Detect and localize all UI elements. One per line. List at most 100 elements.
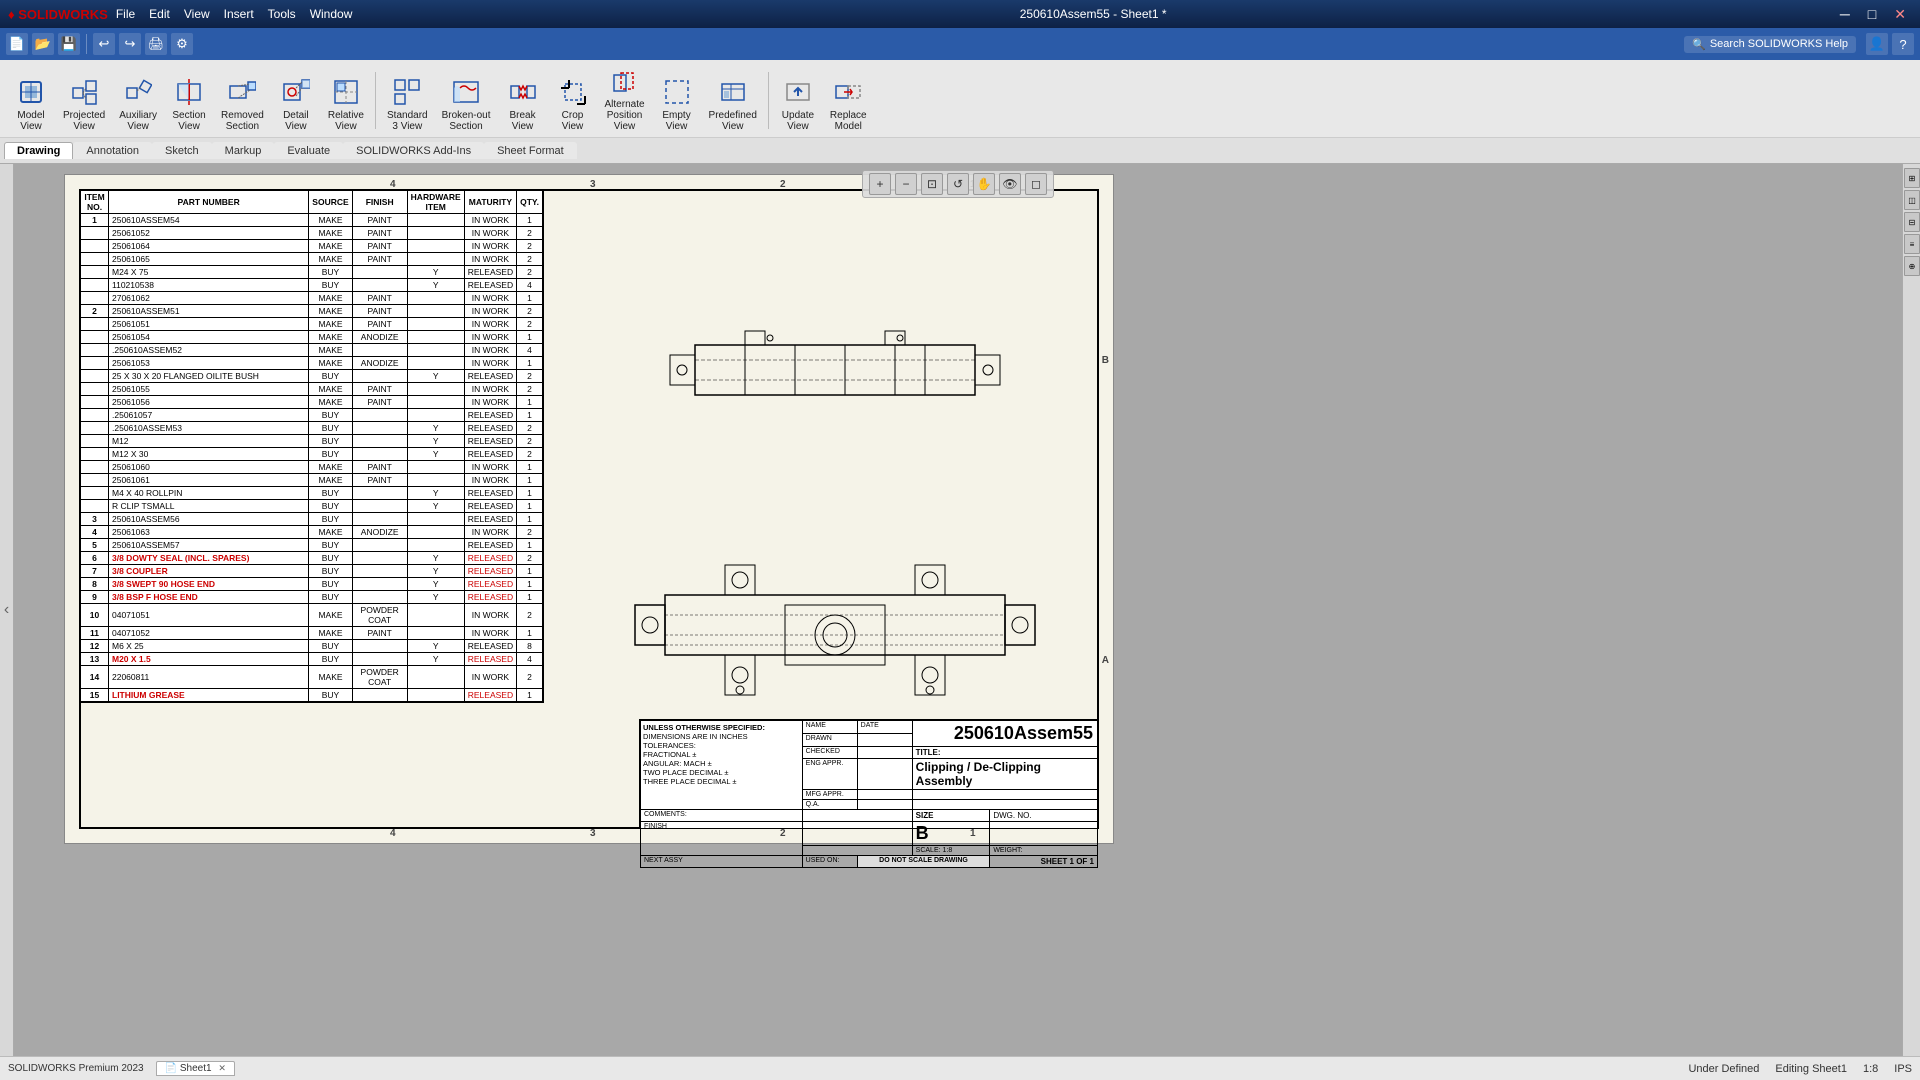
eng-appr-label: ENG APPR. xyxy=(802,759,857,790)
toolbar-icon-user[interactable]: 👤 xyxy=(1866,33,1888,55)
right-tool-4[interactable]: ≡ xyxy=(1904,234,1920,254)
bom-cell-0-4 xyxy=(407,214,464,227)
bom-row-3: 25061065MAKEPAINTIN WORK2 xyxy=(81,253,543,266)
bom-cell-19-3: PAINT xyxy=(352,461,407,474)
section-view-button[interactable]: Section View xyxy=(164,67,214,137)
tab-evaluate[interactable]: Evaluate xyxy=(274,142,343,159)
bom-cell-10-0 xyxy=(81,344,109,357)
zoom-fit-button[interactable]: ⊡ xyxy=(921,173,943,195)
bom-cell-12-0 xyxy=(81,370,109,383)
bom-row-10: .250610ASSEM52MAKEIN WORK4 xyxy=(81,344,543,357)
bom-cell-6-3: PAINT xyxy=(352,292,407,305)
sheet-tab-close[interactable]: ✕ xyxy=(218,1063,226,1073)
toolbar-icon-new[interactable]: 📄 xyxy=(6,33,28,55)
replace-model-label: Replace xyxy=(830,110,867,121)
zoom-out-button[interactable]: − xyxy=(895,173,917,195)
pan-button[interactable]: ✋ xyxy=(973,173,995,195)
right-tool-1[interactable]: ⊞ xyxy=(1904,168,1920,188)
empty-view-button[interactable]: Empty View xyxy=(652,67,702,137)
bom-cell-35-5: RELEASED xyxy=(464,689,516,702)
bom-cell-15-1: .25061057 xyxy=(109,409,309,422)
bom-row-28: 83/8 SWEPT 90 HOSE ENDBUYYRELEASED1 xyxy=(81,578,543,591)
rotate-view-button[interactable]: ↺ xyxy=(947,173,969,195)
menu-edit[interactable]: Edit xyxy=(149,7,170,21)
bom-cell-31-2: MAKE xyxy=(309,627,352,640)
right-tool-5[interactable]: ⊕ xyxy=(1904,256,1920,276)
update-view-button[interactable]: Update View xyxy=(773,67,823,137)
bom-cell-30-3: POWDER COAT xyxy=(352,604,407,627)
search-label: Search SOLIDWORKS Help xyxy=(1710,38,1848,50)
bom-cell-32-3 xyxy=(352,640,407,653)
model-view-button[interactable]: Model View xyxy=(6,67,56,137)
removed-section-button[interactable]: Removed Section xyxy=(214,67,271,137)
bom-cell-29-1: 3/8 BSP F HOSE END xyxy=(109,591,309,604)
bom-cell-35-0: 15 xyxy=(81,689,109,702)
view-mode-button[interactable]: 👁 xyxy=(999,173,1021,195)
toolbar-icon-save[interactable]: 💾 xyxy=(58,33,80,55)
menu-insert[interactable]: Insert xyxy=(224,7,254,21)
bom-cell-34-2: MAKE xyxy=(309,666,352,689)
replace-model-button[interactable]: Replace Model xyxy=(823,67,874,137)
crop-view-button[interactable]: Crop View xyxy=(548,67,598,137)
broken-out-section-button[interactable]: Broken-out Section xyxy=(435,67,498,137)
col-header-part: PART NUMBER xyxy=(109,191,309,214)
toolbar-icon-help[interactable]: ? xyxy=(1892,33,1914,55)
relative-view-button[interactable]: Relative View xyxy=(321,67,371,137)
bom-cell-31-3: PAINT xyxy=(352,627,407,640)
broken-out-section-label: Broken-out xyxy=(442,110,491,121)
predefined-view-button[interactable]: Predefined View xyxy=(702,67,764,137)
break-view-button[interactable]: Break View xyxy=(498,67,548,137)
removed-section-label: Removed xyxy=(221,110,264,121)
bom-cell-17-6: 2 xyxy=(517,435,543,448)
zoom-in-button[interactable]: + xyxy=(869,173,891,195)
minimize-button[interactable]: ─ xyxy=(1834,6,1856,23)
toolbar-icon-open[interactable]: 📂 xyxy=(32,33,54,55)
right-tool-2[interactable]: ◫ xyxy=(1904,190,1920,210)
status-bar: SOLIDWORKS Premium 2023 📄 Sheet1 ✕ Under… xyxy=(0,1056,1920,1080)
bom-row-12: 25 X 30 X 20 FLANGED OILITE BUSHBUYYRELE… xyxy=(81,370,543,383)
alternate-position-view-button[interactable]: Alternate Position View xyxy=(598,67,652,137)
bom-cell-27-2: BUY xyxy=(309,565,352,578)
toolbar-icon-undo[interactable]: ↩ xyxy=(93,33,115,55)
maximize-button[interactable]: □ xyxy=(1862,6,1882,23)
bom-cell-23-6: 1 xyxy=(517,513,543,526)
auxiliary-view-button[interactable]: Auxiliary View xyxy=(112,67,164,137)
tab-markup[interactable]: Markup xyxy=(212,142,275,159)
model-view-label: Model xyxy=(17,110,44,121)
standard-3view-button[interactable]: Standard 3 View xyxy=(380,67,435,137)
window-title: 250610Assem55 - Sheet1 * xyxy=(352,7,1834,21)
right-tool-3[interactable]: ⊟ xyxy=(1904,212,1920,232)
tab-drawing[interactable]: Drawing xyxy=(4,142,73,159)
left-panel-collapse[interactable]: ‹ xyxy=(0,164,14,1056)
bom-cell-4-5: RELEASED xyxy=(464,266,516,279)
bom-cell-28-0: 8 xyxy=(81,578,109,591)
toolbar-icon-settings[interactable]: ⚙ xyxy=(171,33,193,55)
sheet-tab[interactable]: 📄 Sheet1 ✕ xyxy=(156,1061,235,1076)
close-button[interactable]: ✕ xyxy=(1888,6,1912,23)
toolbar-icon-redo[interactable]: ↪ xyxy=(119,33,141,55)
bom-cell-23-4 xyxy=(407,513,464,526)
menu-view[interactable]: View xyxy=(184,7,210,21)
projected-view-button[interactable]: Projected View xyxy=(56,67,112,137)
bom-cell-11-2: MAKE xyxy=(309,357,352,370)
relative-view-label: Relative xyxy=(328,110,364,121)
grid-top-3: 3 xyxy=(590,179,596,190)
menu-file[interactable]: File xyxy=(116,7,135,21)
tab-sheet-format[interactable]: Sheet Format xyxy=(484,142,577,159)
menu-tools[interactable]: Tools xyxy=(268,7,296,21)
bom-cell-32-2: BUY xyxy=(309,640,352,653)
menu-window[interactable]: Window xyxy=(310,7,353,21)
scale-label: 1:8 xyxy=(1863,1063,1878,1075)
canvas-area[interactable]: + − ⊡ ↺ ✋ 👁 ◻ 4 3 2 1 4 3 2 1 B A xyxy=(14,164,1902,1056)
toolbar-icon-print[interactable]: 🖨 xyxy=(145,33,167,55)
bom-cell-12-3 xyxy=(352,370,407,383)
tab-addins[interactable]: SOLIDWORKS Add-Ins xyxy=(343,142,484,159)
tab-sketch[interactable]: Sketch xyxy=(152,142,212,159)
editing-label: Editing Sheet1 xyxy=(1775,1063,1847,1075)
tab-annotation[interactable]: Annotation xyxy=(73,142,152,159)
detail-view-button[interactable]: Detail View xyxy=(271,67,321,137)
bom-cell-24-6: 2 xyxy=(517,526,543,539)
bom-cell-7-4 xyxy=(407,305,464,318)
display-style-button[interactable]: ◻ xyxy=(1025,173,1047,195)
search-help-input[interactable]: 🔍 Search SOLIDWORKS Help xyxy=(1684,36,1856,53)
